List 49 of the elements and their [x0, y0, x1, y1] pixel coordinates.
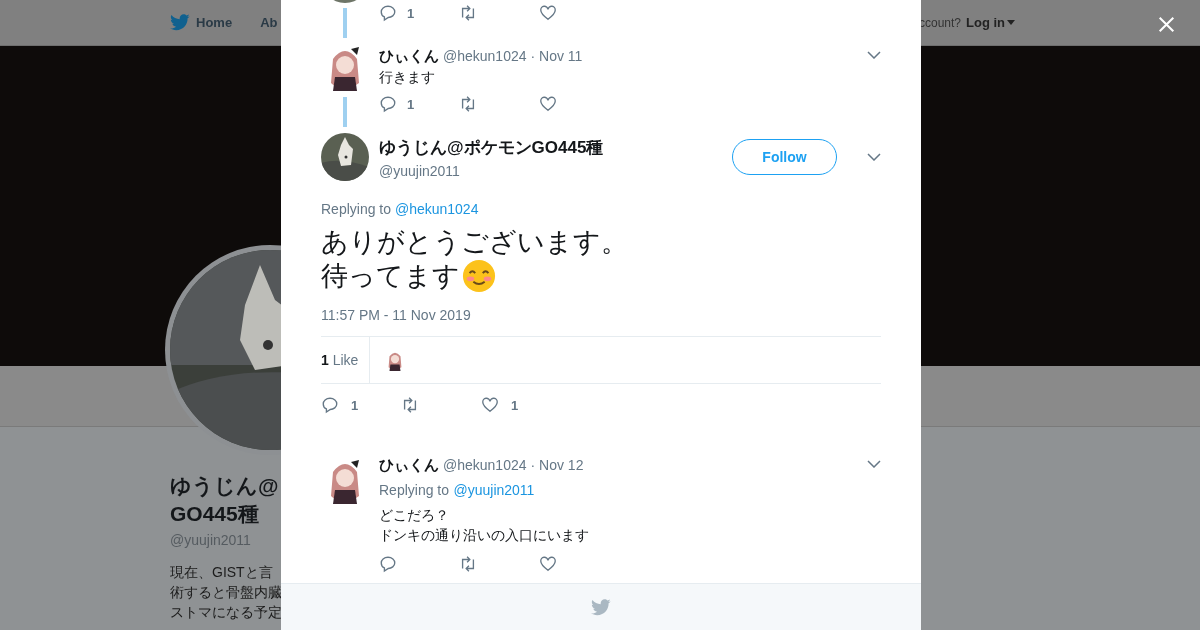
user-handle[interactable]: @hekun1024: [443, 457, 527, 473]
heart-icon[interactable]: [539, 555, 557, 573]
heart-icon[interactable]: [481, 396, 499, 414]
retweet-icon[interactable]: [459, 4, 477, 22]
tweet-text: どこだろ？ ドンキの通り沿いの入口にいます: [379, 506, 590, 545]
reply-icon[interactable]: [379, 4, 397, 22]
like-count[interactable]: 1 Like: [321, 337, 371, 383]
bird-icon: [170, 14, 190, 31]
profile-bio: 現在、GISTと言 術すると骨盤内臓 ストマになる予定: [170, 563, 282, 622]
heart-icon[interactable]: [539, 95, 557, 113]
tweet-text: ありがとうございます。: [321, 226, 628, 259]
retweet-icon[interactable]: [459, 555, 477, 573]
reply-icon[interactable]: [321, 396, 339, 414]
tweet-text: 待ってます: [321, 260, 460, 293]
reply-count: 1: [407, 5, 415, 21]
reply-icon[interactable]: [379, 95, 397, 113]
user-handle[interactable]: @hekun1024: [443, 48, 527, 64]
retweet-icon[interactable]: [401, 396, 419, 414]
like-count: 1: [511, 397, 519, 413]
heart-icon[interactable]: [539, 4, 557, 22]
tweet-date[interactable]: · Nov 11: [530, 48, 583, 64]
reply-count: 1: [407, 96, 415, 112]
profile-name: ゆうじん@ GO445種: [170, 473, 279, 527]
follow-button[interactable]: Follow: [732, 139, 837, 175]
nav-link[interactable]: Ab: [260, 14, 278, 31]
smiling-face-icon: [462, 259, 496, 293]
tweet-date[interactable]: · Nov 12: [530, 457, 584, 473]
user-name[interactable]: ひぃくん: [379, 47, 439, 66]
close-icon[interactable]: [1158, 16, 1175, 33]
replying-label: Replying to: [321, 201, 392, 217]
reply-icon[interactable]: [379, 555, 397, 573]
login-link[interactable]: Log in: [966, 15, 1015, 30]
user-handle[interactable]: @yuujin2011: [379, 162, 722, 179]
replying-label: Replying to: [379, 482, 450, 498]
retweet-icon[interactable]: [459, 95, 477, 113]
mention-link[interactable]: @hekun1024: [394, 201, 479, 217]
tweet-timestamp[interactable]: 11:57 PM - 11 Nov 2019: [321, 307, 881, 323]
tweet-text: 行きます: [379, 69, 436, 87]
mention-link[interactable]: @yuujin2011: [453, 482, 535, 498]
nav-link[interactable]: Home: [170, 14, 233, 31]
chevron-down-icon[interactable]: [867, 153, 881, 161]
profile-handle: @yuujin2011: [170, 532, 251, 548]
user-name[interactable]: ひぃくん: [379, 456, 439, 475]
caret-icon: [1007, 20, 1015, 25]
bird-icon: [591, 598, 611, 616]
reply-count: 1: [351, 397, 359, 413]
chevron-down-icon[interactable]: [867, 460, 881, 468]
chevron-down-icon[interactable]: [867, 51, 881, 59]
user-name[interactable]: ゆうじん@ポケモンGO445種: [379, 135, 722, 159]
